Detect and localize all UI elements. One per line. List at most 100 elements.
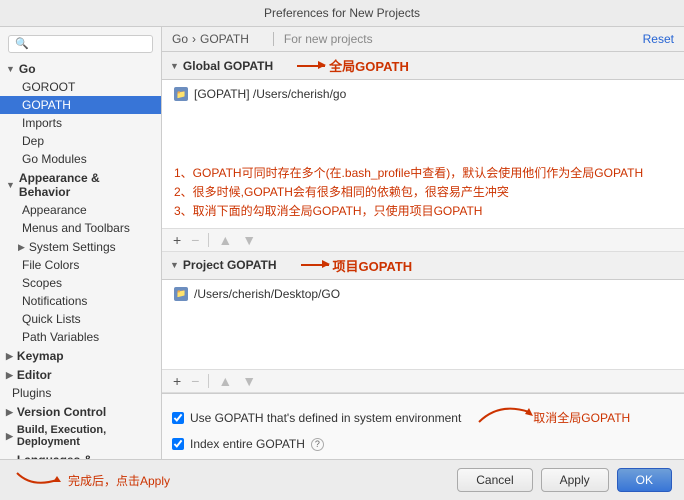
- sidebar-item-imports[interactable]: Imports: [0, 114, 161, 132]
- sidebar-item-languages-frameworks[interactable]: ▶ Languages & Frameworks: [0, 450, 161, 459]
- window-title: Preferences for New Projects: [264, 6, 420, 20]
- sidebar: ▼ Go GOROOT GOPATH Imports Dep Go Module…: [0, 27, 162, 459]
- reset-link[interactable]: Reset: [643, 32, 674, 46]
- project-gopath-section: ▼ Project GOPATH 项目GOPATH 📁 /Users/cheri…: [162, 252, 684, 393]
- sidebar-item-keymap[interactable]: ▶ Keymap: [0, 346, 161, 365]
- toolbar-sep2: [208, 374, 209, 388]
- note-2: 2、很多时候,GOPATH会有很多相同的依赖包，很容易产生冲突: [174, 183, 672, 202]
- global-remove-btn[interactable]: −: [188, 232, 202, 248]
- global-gopath-label: Global GOPATH: [183, 59, 273, 73]
- index-gopath-row: Index entire GOPATH ?: [172, 435, 674, 453]
- project-down-btn[interactable]: ▼: [239, 373, 259, 389]
- sidebar-item-label: Dep: [22, 134, 44, 148]
- sidebar-item-appearance[interactable]: Appearance: [0, 201, 161, 219]
- ok-button[interactable]: OK: [617, 468, 672, 492]
- vc-arrow: ▶: [6, 407, 13, 418]
- project-add-btn[interactable]: +: [170, 373, 184, 389]
- sidebar-item-label: Go: [19, 62, 36, 76]
- global-gopath-item[interactable]: 📁 [GOPATH] /Users/cherish/go: [162, 84, 684, 104]
- cancel-gopath-text: 取消全局GOPATH: [533, 409, 630, 426]
- content-body: ▼ Global GOPATH 全局GOPATH 📁 [GOPATH] /Use…: [162, 52, 684, 459]
- global-annotation: 全局GOPATH: [297, 56, 409, 75]
- sidebar-item-label: Version Control: [17, 405, 106, 419]
- project-gopath-list: 📁 /Users/cherish/Desktop/GO: [162, 280, 684, 369]
- project-gopath-item[interactable]: 📁 /Users/cherish/Desktop/GO: [162, 284, 684, 304]
- global-up-btn[interactable]: ▲: [215, 232, 235, 248]
- breadcrumb-sep: ›: [192, 32, 196, 46]
- sidebar-item-label: Notifications: [22, 294, 87, 308]
- help-icon[interactable]: ?: [311, 438, 324, 451]
- use-system-gopath-checkbox[interactable]: [172, 412, 184, 424]
- sidebar-item-dep[interactable]: Dep: [0, 132, 161, 150]
- ss-arrow: ▶: [18, 242, 25, 253]
- search-container[interactable]: [0, 31, 161, 57]
- editor-arrow: ▶: [6, 370, 13, 381]
- sidebar-item-label: Plugins: [12, 386, 51, 400]
- breadcrumb: Go › GOPATH For new projects: [172, 32, 373, 46]
- sidebar-item-file-colors[interactable]: File Colors: [0, 256, 161, 274]
- apply-annotation-text: 完成后，点击Apply: [68, 472, 170, 489]
- toolbar-sep: [208, 233, 209, 247]
- global-toolbar: + − ▲ ▼: [162, 228, 684, 252]
- sidebar-item-label: Appearance: [22, 203, 87, 217]
- sidebar-item-menus-toolbars[interactable]: Menus and Toolbars: [0, 219, 161, 237]
- sidebar-item-scopes[interactable]: Scopes: [0, 274, 161, 292]
- keymap-arrow: ▶: [6, 351, 13, 362]
- project-gopath-path: /Users/cherish/Desktop/GO: [194, 287, 340, 301]
- breadcrumb-gopath: GOPATH: [200, 32, 249, 46]
- sidebar-item-plugins[interactable]: Plugins: [0, 384, 161, 402]
- be-arrow: ▶: [6, 431, 13, 442]
- sidebar-item-label: Imports: [22, 116, 62, 130]
- use-system-gopath-row: Use GOPATH that's defined in system envi…: [172, 400, 674, 435]
- tab-label: For new projects: [273, 32, 373, 46]
- cancel-button[interactable]: Cancel: [457, 468, 532, 492]
- global-gopath-notes: 1、GOPATH可同时存在多个(在.bash_profile中查看)，默认会使用…: [162, 160, 684, 228]
- sidebar-item-label: File Colors: [22, 258, 79, 272]
- sidebar-item-build-execution[interactable]: ▶ Build, Execution, Deployment: [0, 421, 161, 450]
- sidebar-item-go[interactable]: ▼ Go: [0, 59, 161, 78]
- global-gopath-section: ▼ Global GOPATH 全局GOPATH 📁 [GOPATH] /Use…: [162, 52, 684, 252]
- apply-button[interactable]: Apply: [541, 468, 609, 492]
- go-arrow: ▼: [6, 64, 15, 74]
- project-gopath-header: ▼ Project GOPATH 项目GOPATH: [162, 252, 684, 280]
- note-3: 3、取消下面的勾取消全局GOPATH，只使用项目GOPATH: [174, 202, 672, 221]
- project-arrow-icon: ▼: [170, 260, 179, 270]
- project-up-btn[interactable]: ▲: [215, 373, 235, 389]
- global-gopath-path: [GOPATH] /Users/cherish/go: [194, 87, 346, 101]
- use-system-gopath-label[interactable]: Use GOPATH that's defined in system envi…: [190, 411, 461, 425]
- sidebar-item-editor[interactable]: ▶ Editor: [0, 365, 161, 384]
- ab-arrow: ▼: [6, 180, 15, 190]
- sidebar-item-gomodules[interactable]: Go Modules: [0, 150, 161, 168]
- sidebar-item-quick-lists[interactable]: Quick Lists: [0, 310, 161, 328]
- checkboxes-area: Use GOPATH that's defined in system envi…: [162, 394, 684, 459]
- index-gopath-checkbox[interactable]: [172, 438, 184, 450]
- sidebar-item-label: System Settings: [29, 240, 116, 254]
- global-annotation-text: 全局GOPATH: [329, 56, 409, 75]
- content-panel: Go › GOPATH For new projects Reset ▼ Glo…: [162, 27, 684, 459]
- project-folder-icon: 📁: [174, 287, 188, 301]
- sidebar-item-path-variables[interactable]: Path Variables: [0, 328, 161, 346]
- global-down-btn[interactable]: ▼: [239, 232, 259, 248]
- sidebar-item-label: GOPATH: [22, 98, 71, 112]
- search-input[interactable]: [8, 35, 153, 53]
- sidebar-item-label: Path Variables: [22, 330, 99, 344]
- apply-annotation: 完成后，点击Apply: [12, 468, 170, 492]
- index-gopath-label[interactable]: Index entire GOPATH: [190, 437, 305, 451]
- sidebar-item-label: Scopes: [22, 276, 62, 290]
- content-header: Go › GOPATH For new projects Reset: [162, 27, 684, 52]
- apply-arrow-svg: [12, 468, 62, 492]
- project-annotation-text: 项目GOPATH: [333, 256, 413, 275]
- project-remove-btn[interactable]: −: [188, 373, 202, 389]
- sidebar-item-gopath[interactable]: GOPATH: [0, 96, 161, 114]
- global-add-btn[interactable]: +: [170, 232, 184, 248]
- sidebar-item-goroot[interactable]: GOROOT: [0, 78, 161, 96]
- sidebar-item-label: Keymap: [17, 349, 64, 363]
- sidebar-item-appearance-behavior[interactable]: ▼ Appearance & Behavior: [0, 168, 161, 201]
- sidebar-item-version-control[interactable]: ▶ Version Control: [0, 402, 161, 421]
- footer: 完成后，点击Apply Cancel Apply OK: [0, 459, 684, 500]
- global-arrow-icon: ▼: [170, 61, 179, 71]
- bottom-controls: Use GOPATH that's defined in system envi…: [162, 393, 684, 459]
- sidebar-item-system-settings[interactable]: ▶ System Settings: [0, 237, 161, 256]
- sidebar-item-notifications[interactable]: Notifications: [0, 292, 161, 310]
- note-1: 1、GOPATH可同时存在多个(在.bash_profile中查看)，默认会使用…: [174, 164, 672, 183]
